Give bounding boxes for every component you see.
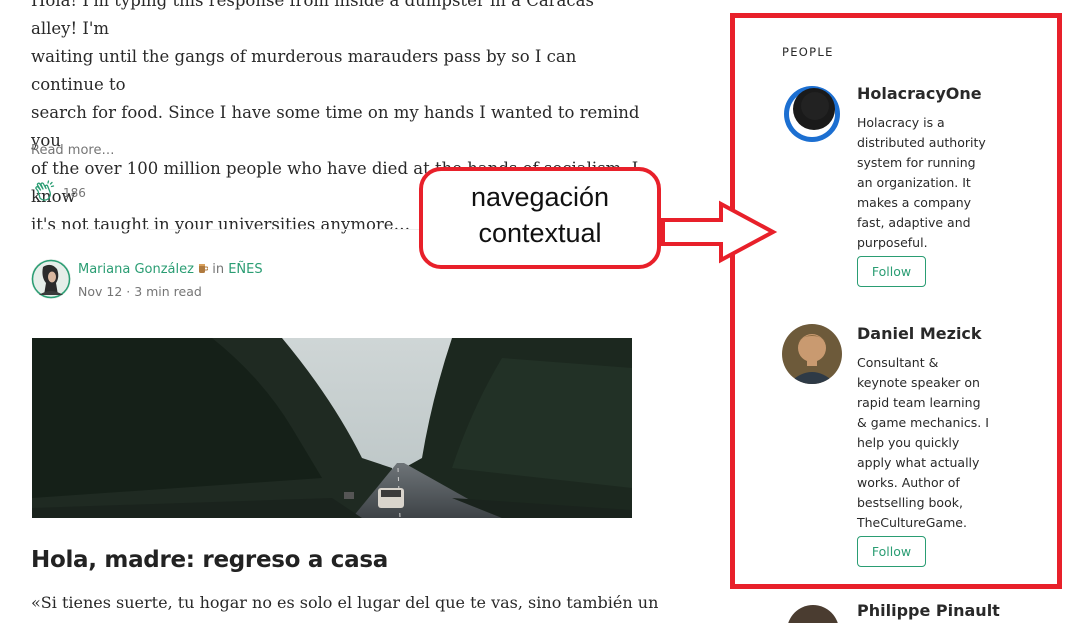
coffee-icon — [198, 262, 212, 277]
in-word: in — [212, 262, 225, 277]
post-title[interactable]: Hola, madre: regreso a casa — [31, 547, 388, 573]
person-name-link[interactable]: HolacracyOne — [857, 84, 982, 103]
avatar[interactable] — [787, 603, 839, 627]
read-more-link[interactable]: Read more… — [31, 143, 114, 158]
excerpt-line: Hola! I'm typing this response from insi… — [31, 0, 594, 38]
avatar[interactable] — [31, 259, 71, 299]
holacracyone-logo-icon[interactable] — [782, 84, 842, 144]
publication-link[interactable]: EÑES — [228, 262, 262, 277]
post-hero-image[interactable] — [32, 338, 632, 519]
excerpt-line: search for food. Since I have some time … — [31, 103, 640, 150]
excerpt-line: waiting until the gangs of murderous mar… — [31, 47, 577, 94]
daniel-mezick-avatar[interactable] — [782, 324, 842, 384]
person-bio: Holacracy is a distributed authority sys… — [857, 115, 986, 250]
clap-count: 186 — [63, 185, 86, 200]
clap-icon[interactable] — [31, 178, 63, 207]
annotation-arrow-icon — [661, 198, 779, 270]
annotation-callout: navegación contextual — [419, 167, 661, 269]
post-author-row: Mariana González in EÑES Nov 12 · 3 min … — [31, 259, 263, 303]
people-heading: PEOPLE — [782, 45, 834, 59]
callout-line: contextual — [478, 218, 602, 248]
post-date: Nov 12 · 3 min read — [78, 284, 202, 299]
author-name-link[interactable]: Mariana González — [78, 262, 194, 277]
follow-button[interactable]: Follow — [857, 536, 926, 567]
follow-button[interactable]: Follow — [857, 256, 926, 287]
person-name-link[interactable]: Daniel Mezick — [857, 324, 982, 343]
person-name-link[interactable]: Philippe Pinault — [857, 601, 1000, 620]
callout-line: navegación — [470, 182, 610, 212]
post-snippet: «Si tienes suerte, tu hogar no es solo e… — [31, 593, 659, 612]
person-bio: Consultant & keynote speaker on rapid te… — [857, 355, 989, 530]
clap-row: 186 — [31, 178, 86, 207]
